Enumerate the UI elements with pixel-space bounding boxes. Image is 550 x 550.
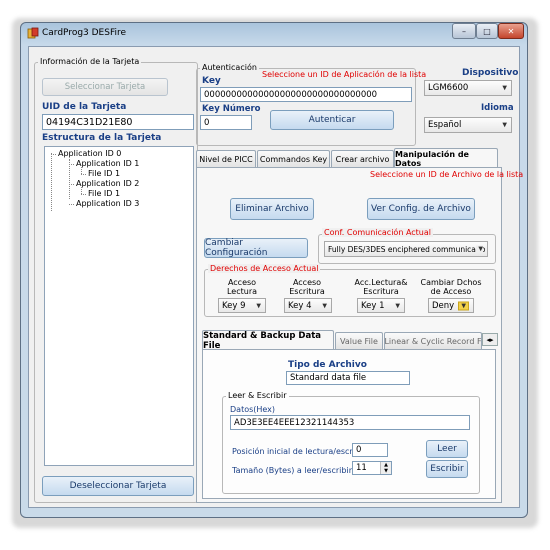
tree-item-app1[interactable]: Application ID 1 <box>76 159 139 168</box>
size-field[interactable]: 11 ▲ ▼ <box>352 461 392 475</box>
subtab-value-file[interactable]: Value File <box>335 332 383 349</box>
view-file-config-button[interactable]: Ver Config. de Archivo <box>367 198 475 220</box>
device-label: Dispositivo <box>462 68 519 78</box>
key-field[interactable]: 00000000000000000000000000000000 <box>200 87 412 102</box>
read-access-label: Acceso Lectura <box>226 278 258 296</box>
tree-item-app1-file1[interactable]: File ID 1 <box>88 169 120 178</box>
minimize-button[interactable]: – <box>452 23 476 39</box>
chevron-down-icon: ▼ <box>476 245 483 253</box>
chevron-down-icon: ▼ <box>458 301 469 310</box>
window-title: CardProg3 DESFire <box>42 28 127 38</box>
comm-config-label: Conf. Comunicación Actual <box>322 228 433 237</box>
read-write-label: Leer & Escribir <box>226 391 289 400</box>
size-label: Tamaño (Bytes) a leer/escribir <box>232 466 352 475</box>
comm-config-value: Fully DES/3DES enciphered communicatio <box>328 244 486 254</box>
write-access-value: Key 4 <box>288 300 312 311</box>
chevron-down-icon: ▼ <box>502 121 507 129</box>
file-type-field[interactable]: Standard data file <box>286 371 410 385</box>
change-rights-select[interactable]: Deny ▼ <box>428 298 474 313</box>
maximize-button[interactable]: □ <box>476 23 498 39</box>
data-hex-field[interactable]: AD3E3EE4EEE12321144353 <box>230 415 470 430</box>
card-structure-tree[interactable]: Application ID 0 Application ID 1 File I… <box>44 146 194 466</box>
rw-access-label: Acc.Lectura& Escritura <box>354 278 408 296</box>
key-label: Key <box>202 76 221 86</box>
uid-field[interactable]: 04194C31D21E80 <box>42 114 194 130</box>
language-value: Español <box>428 120 462 130</box>
change-rights-label: Cambiar Dchos de Acceso <box>420 278 482 296</box>
app-icon <box>27 27 39 39</box>
auth-label: Autenticación <box>200 63 259 72</box>
key-number-label: Key Número <box>202 104 261 114</box>
tree-item-app0[interactable]: Application ID 0 <box>58 149 121 158</box>
close-button[interactable]: ✕ <box>498 23 524 39</box>
card-info-label: Información de la Tarjeta <box>38 57 142 66</box>
language-select[interactable]: Español ▼ <box>424 117 512 133</box>
spinner-arrows-icon[interactable]: ▲ ▼ <box>380 462 391 474</box>
tab-data-manipulation[interactable]: Manipulación de Datos <box>394 148 498 168</box>
data-hex-label: Datos(Hex) <box>230 405 276 414</box>
device-select[interactable]: LGM6600 ▼ <box>424 80 512 96</box>
comm-config-select[interactable]: Fully DES/3DES enciphered communicatio ▼ <box>324 241 488 257</box>
device-value: LGM6600 <box>428 83 469 93</box>
tab-scroll-arrows[interactable]: ◂▸ <box>482 333 498 346</box>
deselect-card-button[interactable]: Deseleccionar Tarjeta <box>42 476 194 496</box>
chevron-down-icon: ▼ <box>322 302 327 309</box>
rw-access-select[interactable]: Key 1 ▼ <box>357 298 405 313</box>
read-button[interactable]: Leer <box>426 440 468 458</box>
tab-create-file[interactable]: Crear archivo <box>331 150 394 167</box>
access-rights-label: Derechos de Acceso Actual <box>208 264 321 273</box>
write-access-select[interactable]: Key 4 ▼ <box>284 298 332 313</box>
select-card-button[interactable]: Seleccionar Tarjeta <box>42 78 168 96</box>
tree-item-app2-file1[interactable]: File ID 1 <box>88 189 120 198</box>
delete-file-button[interactable]: Eliminar Archivo <box>230 198 314 220</box>
authenticate-button[interactable]: Autenticar <box>270 110 394 130</box>
file-type-label: Tipo de Archivo <box>288 360 367 370</box>
chevron-down-icon: ▼ <box>395 302 400 309</box>
size-value: 11 <box>356 463 367 473</box>
tree-item-app2[interactable]: Application ID 2 <box>76 179 139 188</box>
structure-label: Estructura de la Tarjeta <box>42 133 162 143</box>
tab-key-commands[interactable]: Commandos Key <box>257 150 330 167</box>
subtab-standard-backup[interactable]: Standard & Backup Data File <box>202 330 334 351</box>
write-access-label: Acceso Escritura <box>289 278 325 296</box>
offset-field[interactable]: 0 <box>352 443 388 457</box>
auth-hint: Seleccione un ID de Aplicación de la lis… <box>262 70 427 79</box>
read-access-value: Key 9 <box>222 300 246 311</box>
offset-label: Posición inicial de lectura/escritura <box>232 447 372 456</box>
language-label: Idioma <box>481 103 514 113</box>
key-number-field[interactable]: 0 <box>200 115 252 130</box>
chevron-down-icon: ▼ <box>502 84 507 92</box>
chevron-down-icon: ▼ <box>256 302 261 309</box>
tree-item-app3[interactable]: Application ID 3 <box>76 199 139 208</box>
subtab-linear-cyclic[interactable]: Linear & Cyclic Record F <box>384 332 482 349</box>
read-access-select[interactable]: Key 9 ▼ <box>218 298 266 313</box>
change-rights-value: Deny <box>432 300 455 311</box>
file-hint: Seleccione un ID de Archivo de la lista <box>370 170 524 179</box>
change-config-button[interactable]: Cambiar Configuración <box>204 238 308 258</box>
rw-access-value: Key 1 <box>361 300 385 311</box>
write-button[interactable]: Escribir <box>426 460 468 478</box>
tab-picc-level[interactable]: Nivel de PICC <box>196 150 256 167</box>
uid-label: UID de la Tarjeta <box>42 102 127 112</box>
